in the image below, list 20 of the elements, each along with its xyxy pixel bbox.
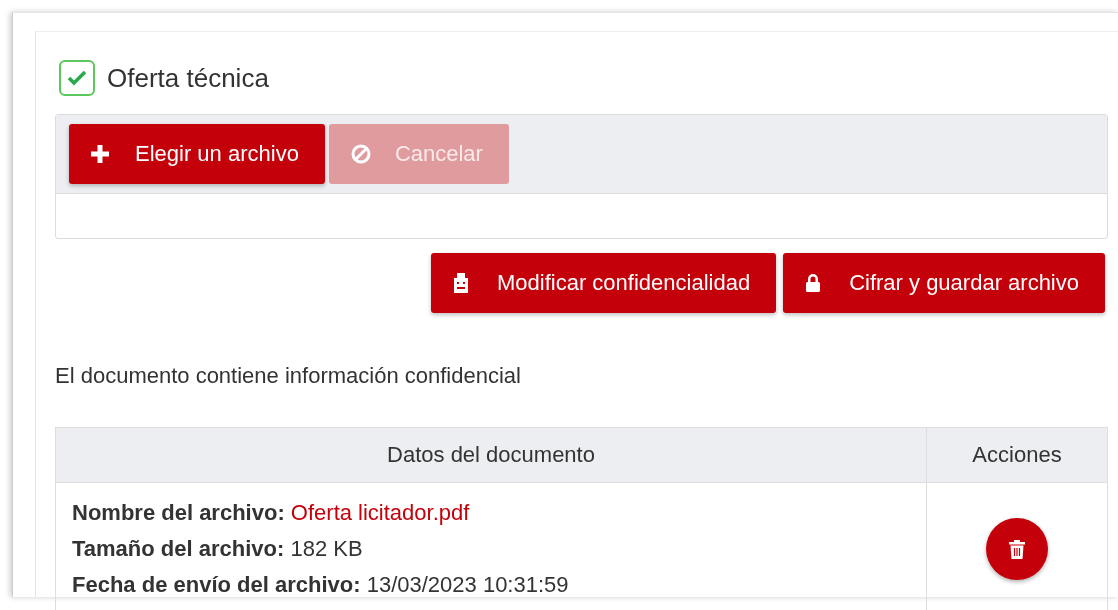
- field-label: Nombre del archivo:: [72, 500, 285, 525]
- field-label: Tamaño del archivo:: [72, 536, 285, 561]
- confidential-notice: El documento contiene información confidencial: [55, 363, 522, 389]
- section-title: Oferta técnica: [107, 62, 269, 94]
- column-header: Datos del documento: [387, 442, 595, 467]
- encrypt-save-button[interactable]: Cifrar y guardar archivo: [783, 253, 1105, 313]
- checkbox[interactable]: [59, 60, 95, 96]
- ban-icon: [350, 144, 371, 164]
- field-label: Fecha de envío del archivo:: [72, 572, 361, 597]
- column-header: Acciones: [972, 442, 1062, 467]
- choose-file-button[interactable]: Elegir un archivo: [69, 124, 325, 184]
- field-value: 182 KB: [290, 536, 363, 561]
- check-icon: [67, 70, 87, 86]
- confidentiality-button[interactable]: Modificar confidencialidad: [431, 253, 777, 313]
- field-value: 13/03/2023 10:31:59: [366, 572, 569, 597]
- plus-icon: [91, 145, 109, 163]
- lock-icon: [805, 273, 822, 293]
- delete-button[interactable]: [986, 518, 1048, 580]
- file-link[interactable]: Oferta licitador.pdf: [290, 500, 470, 525]
- trash-icon: [1009, 539, 1025, 559]
